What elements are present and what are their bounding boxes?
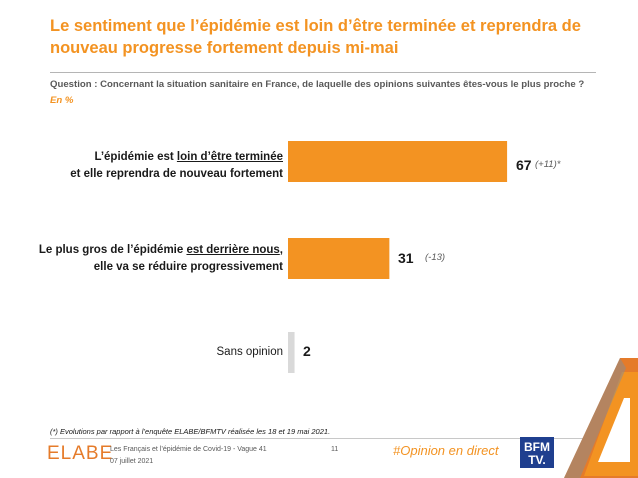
footer-divider	[50, 438, 596, 439]
svg-text:TV.: TV.	[528, 453, 546, 467]
category-label-1: L’épidémie est loin d’être terminée et e…	[70, 149, 283, 182]
category-label-2-line1u: est derrière nous	[186, 244, 280, 256]
page-number: 11	[331, 446, 339, 453]
category-label-3: Sans opinion	[216, 346, 284, 358]
bar-3	[288, 332, 295, 373]
svg-text:BFM: BFM	[524, 440, 550, 454]
value-label-3: 2	[303, 343, 311, 359]
bar-chart	[288, 141, 508, 373]
category-label-2-line1a: Le plus gros de l’épidémie	[38, 244, 187, 256]
category-label-1-line1a: L’épidémie est	[94, 151, 177, 163]
survey-name: Les Français et l’épidémie de Covid-19 -…	[110, 446, 267, 453]
value-label-1: 67	[516, 157, 532, 173]
category-label-1-line2: et elle reprendra de nouveau fortement	[70, 167, 283, 180]
decorative-triangle	[564, 358, 638, 478]
category-label-2-line2: elle va se réduire progressivement	[93, 260, 283, 273]
category-label-2: Le plus gros de l’épidémie est derrière …	[39, 242, 283, 275]
category-label-1-line1u: loin d’être terminée	[176, 151, 283, 163]
elabe-logo: ELABE	[47, 443, 114, 464]
category-label-2-line1c: ,	[279, 244, 283, 256]
bar-2	[288, 238, 390, 279]
survey-date: 07 juillet 2021	[110, 458, 154, 465]
delta-label-2: (-13)	[425, 252, 446, 263]
hashtag: #Opinion en direct	[393, 443, 499, 458]
delta-label-1: (+11)*	[535, 159, 561, 170]
value-label-2: 31	[398, 250, 414, 266]
bar-1	[288, 141, 508, 182]
footnote: (*) Evolutions par rapport à l’enquête E…	[50, 427, 331, 436]
bfmtv-logo: BFM TV.	[520, 437, 554, 468]
